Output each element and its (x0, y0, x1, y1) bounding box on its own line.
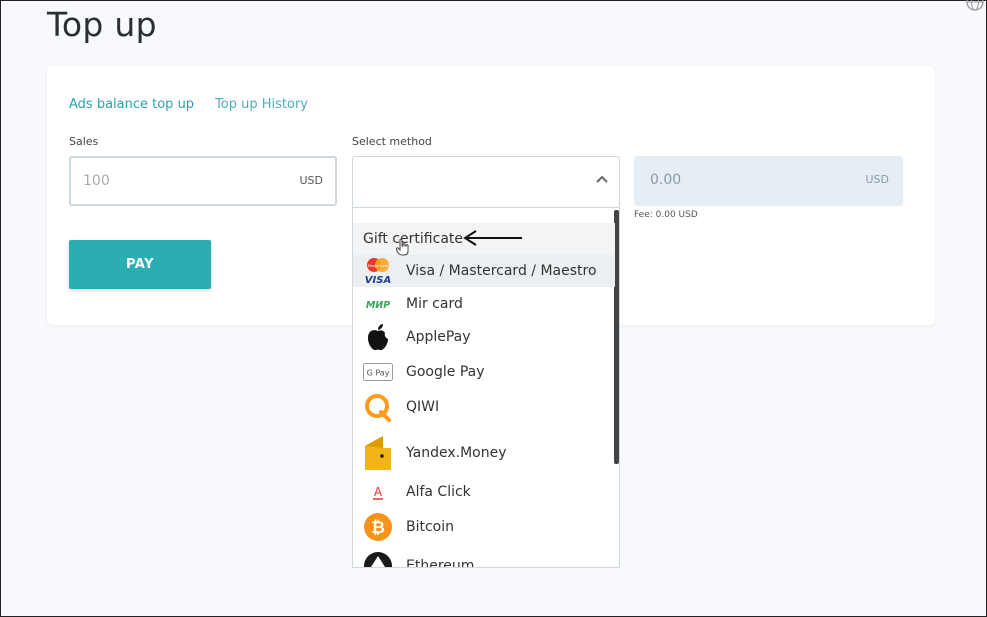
yandex-money-icon (363, 434, 393, 472)
apple-icon (363, 322, 393, 352)
method-select[interactable] (352, 156, 620, 208)
tab-ads-balance-top-up[interactable]: Ads balance top up (69, 97, 194, 112)
option-bitcoin[interactable]: ₿ Bitcoin (353, 511, 615, 543)
option-mir-card[interactable]: МИР Mir card (353, 288, 615, 320)
visa-text: VISA (365, 275, 391, 285)
gpay-text: G Pay (367, 369, 390, 378)
option-label: Bitcoin (406, 519, 455, 535)
option-ethereum[interactable]: Ethereum (353, 550, 615, 568)
option-qiwi[interactable]: QIWI (353, 391, 615, 423)
fee-text: Fee: 0.00 USD (634, 210, 698, 220)
select-method-label: Select method (352, 135, 432, 148)
hand-cursor-icon (396, 238, 409, 256)
globe-icon[interactable] (966, 0, 984, 11)
sales-amount-input[interactable] (83, 170, 263, 192)
option-label: Yandex.Money (406, 445, 507, 461)
visa-mastercard-icon: MasterCard VISA (363, 256, 393, 286)
option-label: Mir card (406, 296, 463, 312)
mir-text: МИР (366, 300, 390, 311)
option-label: Ethereum (406, 558, 475, 568)
option-yandex-money[interactable]: Yandex.Money (353, 434, 615, 472)
option-alfa-click[interactable]: A Alfa Click (353, 476, 615, 508)
ethereum-icon (363, 551, 393, 567)
mastercard-text: MasterCard (368, 264, 389, 268)
sales-currency: USD (299, 174, 323, 187)
option-applepay[interactable]: ApplePay (353, 321, 615, 353)
mir-icon: МИР (363, 289, 393, 319)
qiwi-icon (363, 392, 393, 422)
google-pay-icon: G Pay (363, 357, 393, 387)
option-label: Visa / Mastercard / Maestro (406, 263, 597, 279)
tabs: Ads balance top up Top up History (69, 97, 308, 112)
option-google-pay[interactable]: G Pay Google Pay (353, 356, 615, 388)
bitcoin-text: ₿ (371, 518, 385, 538)
bitcoin-icon: ₿ (363, 512, 393, 542)
total-value: 0.00 (650, 172, 682, 188)
total-currency: USD (865, 173, 889, 186)
page-title: Top up (47, 5, 157, 44)
chevron-up-icon[interactable] (595, 172, 609, 186)
alfa-icon: A (363, 477, 393, 507)
app-frame: Top up Ads balance top up Top up History… (0, 0, 987, 617)
option-label: ApplePay (406, 329, 471, 345)
option-label: Alfa Click (406, 484, 471, 500)
total-amount-field: 0.00 USD (634, 156, 903, 206)
option-label: Google Pay (406, 364, 485, 380)
alfa-text: A (374, 485, 383, 499)
pay-button[interactable]: PAY (69, 240, 211, 289)
tab-top-up-history[interactable]: Top up History (215, 97, 308, 112)
sales-amount-field[interactable]: USD (69, 156, 337, 206)
payment-method-dropdown[interactable]: Gift certificate MasterCard VISA Visa / … (352, 208, 620, 568)
annotation-arrow-icon (463, 230, 522, 246)
option-label: QIWI (406, 399, 440, 415)
option-label: Gift certificate (363, 231, 464, 247)
option-visa-mastercard-maestro[interactable]: MasterCard VISA Visa / Mastercard / Maes… (353, 255, 615, 287)
sales-label: Sales (69, 135, 99, 148)
